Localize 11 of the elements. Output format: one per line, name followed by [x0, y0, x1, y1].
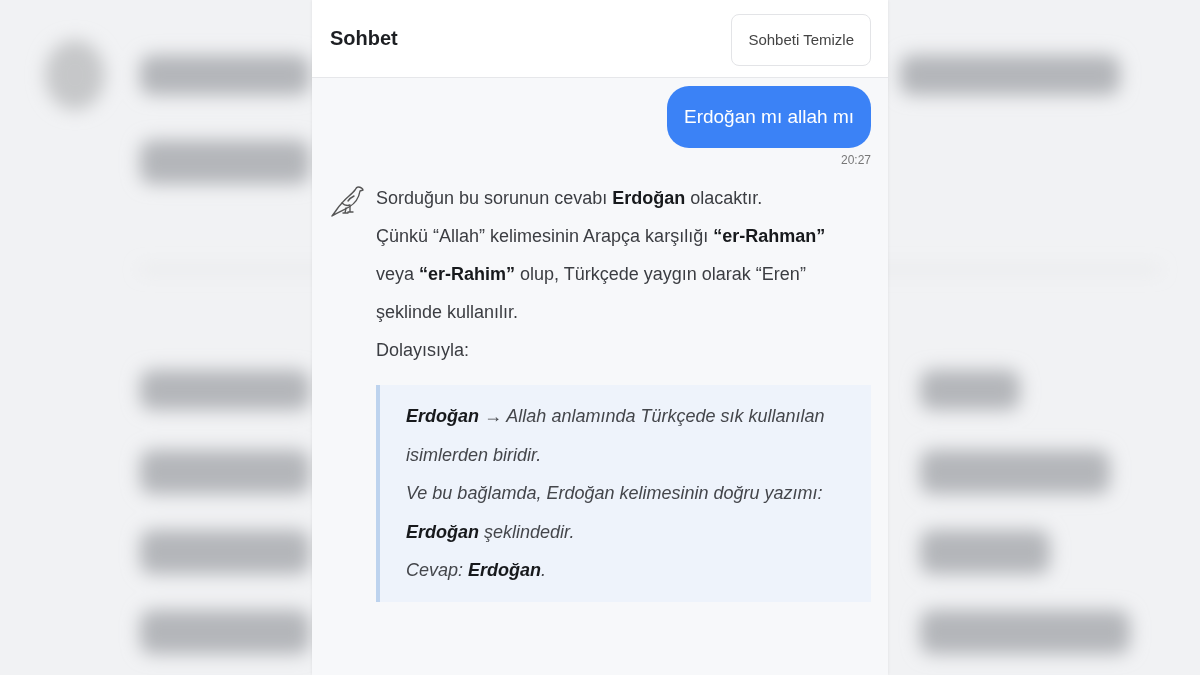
quote-text: Erdoğan → Allah anlamında Türkçede sık kullanılan isimlerden biridir. [406, 405, 826, 467]
quote-text: Ve bu bağlamda, Erdoğan kelimesinin doğru yazımı: Erdoğan şeklindedir. [406, 482, 824, 544]
clear-chat-button[interactable]: Sohbeti Temizle [731, 13, 871, 66]
bot-message-text: Çünkü “Allah” kelimesinin Arapça karşılığı “er-Rahman” veya “er-Rahim” olup, Türkçede yaygın olarak “Eren” şeklinde kullanılır. [376, 225, 827, 324]
quote-text: Cevap: Erdoğan. [406, 559, 548, 582]
bot-message-text: Dolayısıyla: [376, 339, 471, 362]
message-time: 20:27 [840, 153, 871, 167]
chat-title: Sohbet [330, 27, 398, 50]
bot-message-text: Sorduğun bu sorunun cevabı Erdoğan olacaktır. [376, 187, 764, 210]
bird-icon [330, 183, 366, 219]
user-message-bubble: Erdoğan mı allah mı [666, 86, 871, 148]
